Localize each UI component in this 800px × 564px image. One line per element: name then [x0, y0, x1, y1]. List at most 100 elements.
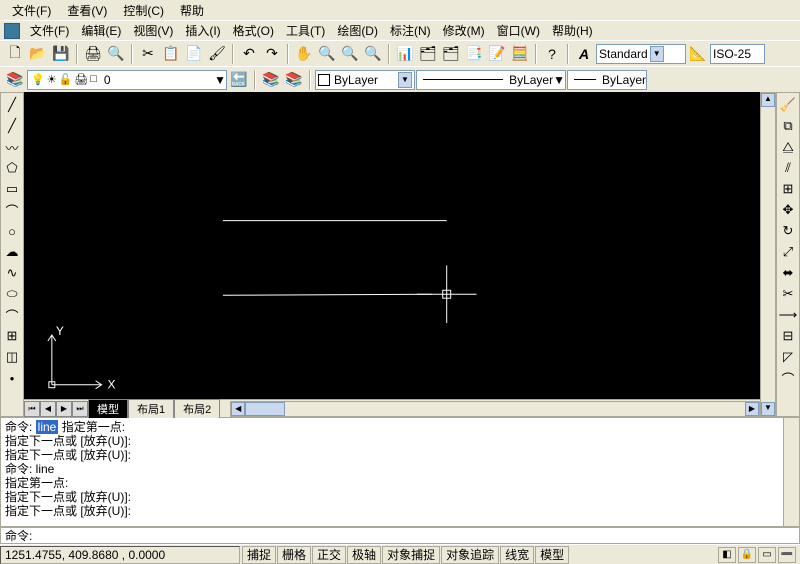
- dimstyle-icon[interactable]: 📐: [687, 43, 709, 65]
- drawing-canvas[interactable]: X Y: [24, 92, 760, 399]
- array-tool[interactable]: ⊞: [777, 179, 799, 199]
- layers-states2-button[interactable]: 📚: [283, 69, 305, 91]
- layer-manager-button[interactable]: 📚: [4, 69, 26, 91]
- designcenter-button[interactable]: 🗂: [417, 43, 439, 65]
- chamfer-tool[interactable]: ◸: [777, 347, 799, 367]
- layer-combo[interactable]: 💡 ☀ 🔓 🖨 □ 0 ▼: [27, 70, 227, 90]
- zoom-window-button[interactable]: 🔍: [339, 43, 361, 65]
- dropdown-arrow-icon[interactable]: ▼: [650, 46, 664, 62]
- zoom-realtime-button[interactable]: 🔍: [316, 43, 338, 65]
- menu2-insert[interactable]: 插入(I): [179, 20, 226, 41]
- command-input-row[interactable]: 命令:: [0, 527, 800, 544]
- menu2-edit[interactable]: 编辑(E): [75, 20, 127, 41]
- menu2-view[interactable]: 视图(V): [127, 20, 179, 41]
- circle-tool[interactable]: ○: [1, 221, 23, 241]
- color-combo[interactable]: ByLayer ▼: [315, 70, 415, 90]
- line-tool[interactable]: ╱: [1, 95, 23, 115]
- menu-file[interactable]: 文件(F): [4, 0, 59, 21]
- textstyle-combo[interactable]: Standard ▼: [596, 44, 686, 64]
- menu-view[interactable]: 查看(V): [59, 0, 115, 21]
- menu-control[interactable]: 控制(C): [115, 0, 172, 21]
- block-tool[interactable]: ◫: [1, 347, 23, 367]
- ellipse-tool[interactable]: ⬭: [1, 284, 23, 304]
- ellipsearc-tool[interactable]: ⌒: [1, 305, 23, 325]
- tray-icon[interactable]: 🔒: [738, 547, 756, 563]
- extend-tool[interactable]: ⟶: [777, 305, 799, 325]
- save-button[interactable]: 💾: [50, 43, 72, 65]
- tab-first-button[interactable]: ⏮: [24, 401, 40, 417]
- layers-states-button[interactable]: 📚: [260, 69, 282, 91]
- cut-button[interactable]: ✂: [137, 43, 159, 65]
- offset-tool[interactable]: ⫽: [777, 158, 799, 178]
- properties-button[interactable]: 📊: [394, 43, 416, 65]
- insert-tool[interactable]: ⊞: [1, 326, 23, 346]
- sheetset-button[interactable]: 📑: [463, 43, 485, 65]
- preview-button[interactable]: 🔍: [105, 43, 127, 65]
- help-button[interactable]: ?: [541, 43, 563, 65]
- menu-help[interactable]: 帮助: [172, 0, 212, 21]
- scroll-up-button[interactable]: ▲: [761, 93, 775, 107]
- tab-layout1[interactable]: 布局1: [128, 399, 174, 418]
- erase-tool[interactable]: 🧹: [777, 95, 799, 115]
- menu2-format[interactable]: 格式(O): [227, 20, 280, 41]
- pan-button[interactable]: ✋: [293, 43, 315, 65]
- menu2-modify[interactable]: 修改(M): [437, 20, 491, 41]
- scroll-right-button[interactable]: ▶: [745, 402, 759, 416]
- scroll-left-button[interactable]: ◀: [231, 402, 245, 416]
- menu2-tools[interactable]: 工具(T): [280, 20, 331, 41]
- horizontal-scrollbar[interactable]: ◀ ▶: [230, 401, 760, 417]
- textstyle-icon[interactable]: A: [573, 43, 595, 65]
- fillet-tool[interactable]: ⌒: [777, 368, 799, 388]
- move-tool[interactable]: ✥: [777, 200, 799, 220]
- menu2-file[interactable]: 文件(F): [24, 20, 75, 41]
- menu2-draw[interactable]: 绘图(D): [331, 20, 384, 41]
- arc-tool[interactable]: ⌒: [1, 200, 23, 220]
- xline-tool[interactable]: ╱: [1, 116, 23, 136]
- rotate-tool[interactable]: ↻: [777, 221, 799, 241]
- tab-prev-button[interactable]: ◀: [40, 401, 56, 417]
- dropdown-arrow-icon[interactable]: ▼: [553, 73, 565, 87]
- tab-layout2[interactable]: 布局2: [174, 399, 220, 418]
- scroll-thumb[interactable]: [245, 402, 285, 416]
- scroll-down-button[interactable]: ▼: [761, 402, 775, 416]
- redo-button[interactable]: ↷: [261, 43, 283, 65]
- copy-button[interactable]: 📋: [160, 43, 182, 65]
- menu2-window[interactable]: 窗口(W): [491, 20, 546, 41]
- tray-icon[interactable]: ▭: [758, 547, 776, 563]
- stretch-tool[interactable]: ⬌: [777, 263, 799, 283]
- mirror-tool[interactable]: ⧋: [777, 137, 799, 157]
- tab-next-button[interactable]: ▶: [56, 401, 72, 417]
- tab-model[interactable]: 模型: [88, 399, 128, 418]
- rectangle-tool[interactable]: ▭: [1, 179, 23, 199]
- zoom-prev-button[interactable]: 🔍: [362, 43, 384, 65]
- revcloud-tool[interactable]: ☁: [1, 242, 23, 262]
- matchprop-button[interactable]: 🖌: [206, 43, 228, 65]
- tab-last-button[interactable]: ⏭: [72, 401, 88, 417]
- vertical-scrollbar[interactable]: ▲ ▼: [760, 92, 776, 417]
- dropdown-arrow-icon[interactable]: ▼: [398, 72, 412, 88]
- point-tool[interactable]: •: [1, 368, 23, 388]
- tray-icon[interactable]: ➖: [778, 547, 796, 563]
- print-button[interactable]: 🖨: [82, 43, 104, 65]
- toolpal-button[interactable]: 🗂: [440, 43, 462, 65]
- cmd-scrollbar[interactable]: [783, 418, 799, 526]
- new-button[interactable]: 🗋: [4, 43, 26, 65]
- polygon-tool[interactable]: ⬠: [1, 158, 23, 178]
- dimstyle-combo[interactable]: ISO-25: [710, 44, 765, 64]
- undo-button[interactable]: ↶: [238, 43, 260, 65]
- menu2-help[interactable]: 帮助(H): [546, 20, 599, 41]
- trim-tool[interactable]: ✂: [777, 284, 799, 304]
- lineweight-combo[interactable]: ByLayer: [567, 70, 647, 90]
- scale-tool[interactable]: ⤢: [777, 242, 799, 262]
- copy-tool[interactable]: ⧉: [777, 116, 799, 136]
- paste-button[interactable]: 📄: [183, 43, 205, 65]
- tray-icon[interactable]: ◧: [718, 547, 736, 563]
- menu2-dimension[interactable]: 标注(N): [384, 20, 437, 41]
- break-tool[interactable]: ⊟: [777, 326, 799, 346]
- dropdown-arrow-icon[interactable]: ▼: [214, 73, 226, 87]
- layer-prev-button[interactable]: 🔙: [228, 69, 250, 91]
- polyline-tool[interactable]: 〰: [1, 137, 23, 157]
- calc-button[interactable]: 🧮: [509, 43, 531, 65]
- linetype-combo[interactable]: ByLayer ▼: [416, 70, 566, 90]
- markup-button[interactable]: 📝: [486, 43, 508, 65]
